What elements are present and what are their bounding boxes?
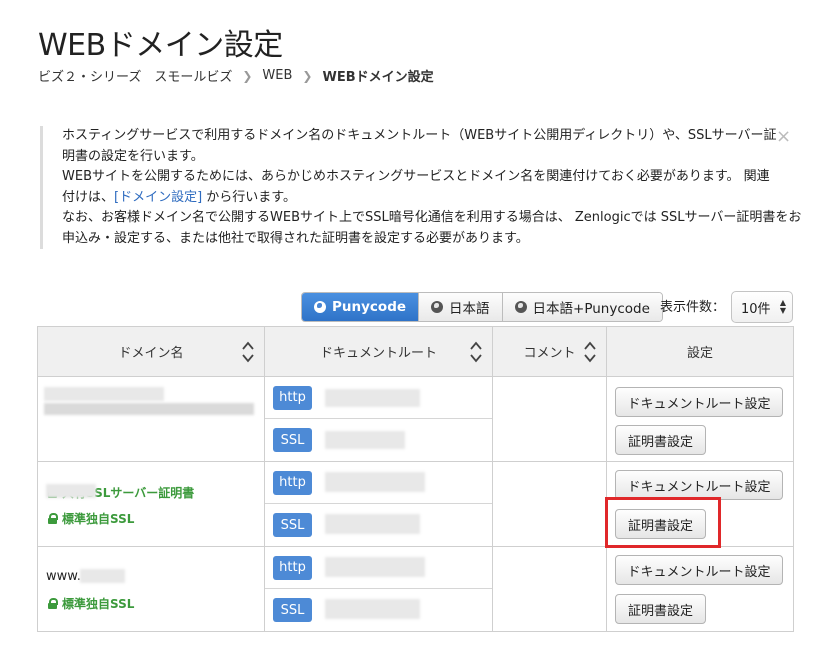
column-header-setting: 設定: [606, 326, 794, 377]
sort-icon[interactable]: [584, 341, 596, 363]
mode-japanese-punycode-button[interactable]: 日本語+Punycode: [501, 293, 662, 321]
mode-japanese-button[interactable]: 日本語: [418, 293, 502, 321]
header-label: ドメイン名: [118, 346, 184, 361]
domain-cell: 共有SSLサーバー証明書: [37, 376, 265, 500]
info-line: なお、お客様ドメイン名で公開するWEBサイト上でSSL暗号化通信を利用する場合は…: [62, 210, 802, 225]
close-icon[interactable]: ×: [776, 128, 791, 146]
comment-cell: [492, 461, 607, 547]
sort-icon[interactable]: [470, 341, 482, 363]
protocol-badge-http: http: [273, 555, 312, 580]
domain-cell: www. 標準独自SSL: [37, 546, 265, 632]
protocol-badge-ssl: SSL: [273, 513, 312, 537]
redacted-domain: [46, 484, 96, 498]
page-title: WEBドメイン設定: [38, 28, 283, 63]
highlight-annotation-box: [605, 497, 721, 548]
ssl-status: 標準独自SSL: [48, 595, 134, 612]
docroot-ssl-row: SSL: [265, 589, 492, 631]
info-text: から行います。: [202, 189, 297, 205]
info-line: ホスティングサービスで利用するドメイン名のドキュメントルート（WEBサイト公開用…: [62, 128, 777, 143]
ssl-status-label: 標準独自SSL: [62, 597, 135, 611]
docroot-cell: http SSL: [264, 461, 493, 547]
docroot-setting-button[interactable]: ドキュメントルート設定: [615, 555, 783, 585]
cert-setting-button[interactable]: 証明書設定: [615, 425, 706, 455]
redacted-path: [325, 514, 420, 534]
header-label: コメント: [523, 346, 576, 361]
lock-icon: [48, 598, 58, 609]
redacted-domain: [44, 387, 164, 401]
breadcrumb-item-web[interactable]: WEB: [262, 68, 292, 83]
header-label: 設定: [686, 346, 713, 361]
info-line: 明書の設定を行います。: [62, 148, 204, 164]
docroot-ssl-row: SSL: [265, 419, 492, 461]
docroot-http-row: http: [265, 377, 492, 419]
mode-label: 日本語+Punycode: [532, 301, 650, 317]
setting-cell: ドキュメントルート設定 証明書設定: [606, 546, 794, 632]
redacted-path: [325, 472, 425, 492]
docroot-http-row: http: [265, 547, 492, 589]
sort-icon[interactable]: [242, 341, 254, 363]
redacted-path: [325, 557, 425, 577]
globe-icon: [514, 301, 527, 313]
info-line: 付けは、[ドメイン設定] から行います。: [62, 188, 800, 209]
header-label: ドキュメントルート: [319, 346, 437, 361]
redacted-path: [325, 389, 420, 407]
domain-name-text: www.: [46, 569, 81, 584]
column-header-domain[interactable]: ドメイン名: [37, 326, 265, 377]
setting-cell: ドキュメントルート設定 証明書設定: [606, 376, 794, 462]
protocol-badge-ssl: SSL: [273, 598, 312, 622]
globe-icon: [314, 301, 326, 313]
protocol-badge-http: http: [273, 385, 312, 410]
chevron-right-icon: ❯: [302, 68, 313, 83]
per-page-label: 表示件数：: [660, 300, 726, 315]
docroot-ssl-row: SSL: [265, 504, 492, 546]
info-text: 付けは、: [62, 189, 115, 205]
redacted-domain: [44, 403, 254, 415]
redacted-path: [325, 431, 405, 449]
per-page-value: 10件: [741, 301, 771, 317]
info-line: 申込み・設定する、または他社で取得された証明書を設定する必要があります。: [62, 230, 529, 246]
globe-icon: [431, 301, 444, 313]
info-message: ホスティングサービスで利用するドメイン名のドキュメントルート（WEBサイト公開用…: [40, 126, 802, 249]
mode-label: 日本語: [449, 301, 490, 317]
per-page-select[interactable]: 10件 ▲ ▼: [731, 291, 793, 323]
docroot-cell: http SSL: [264, 376, 493, 462]
breadcrumb-item-current: WEBドメイン設定: [322, 70, 434, 85]
docroot-setting-button[interactable]: ドキュメントルート設定: [615, 387, 783, 417]
docroot-setting-button[interactable]: ドキュメントルート設定: [615, 470, 783, 500]
domain-table: ドメイン名 ドキュメントルート コメント 設定 共有SSLサーバー証明書 htt…: [37, 326, 794, 632]
mode-punycode-button[interactable]: Punycode: [302, 293, 419, 321]
docroot-http-row: http: [265, 462, 492, 504]
comment-cell: [492, 546, 607, 632]
domain-cell: 標準独自SSL: [37, 461, 265, 547]
breadcrumb: ビズ２・シリーズ スモールビズ ❯ WEB ❯ WEBドメイン設定: [38, 66, 434, 85]
chevron-right-icon: ❯: [242, 68, 253, 83]
protocol-badge-http: http: [273, 470, 312, 495]
select-arrows-icon: ▲ ▼: [779, 298, 786, 315]
comment-cell: [492, 376, 607, 462]
redacted-path: [325, 599, 420, 619]
ssl-status: 標準独自SSL: [48, 510, 134, 527]
protocol-badge-ssl: SSL: [273, 428, 312, 452]
breadcrumb-item-series[interactable]: ビズ２・シリーズ スモールビズ: [38, 66, 232, 85]
ssl-status-label: 標準独自SSL: [62, 512, 135, 526]
column-header-comment[interactable]: コメント: [492, 326, 607, 377]
mode-label: Punycode: [332, 299, 407, 315]
column-header-docroot[interactable]: ドキュメントルート: [264, 326, 493, 377]
table-row: www. 標準独自SSL http SSL ドキュメントルート設定 証明書設定: [37, 546, 794, 632]
redacted-domain: [80, 569, 125, 583]
lock-icon: [48, 513, 58, 524]
info-line: WEBサイトを公開するためには、あらかじめホスティングサービスとドメイン名を関連…: [62, 169, 770, 184]
cert-setting-button[interactable]: 証明書設定: [615, 594, 706, 624]
domain-settings-link[interactable]: [ドメイン設定]: [114, 190, 202, 205]
docroot-cell: http SSL: [264, 546, 493, 632]
display-mode-toggle: Punycode 日本語 日本語+Punycode: [301, 292, 663, 322]
table-row: 共有SSLサーバー証明書 http SSL ドキュメントルート設定 証明書設定: [37, 376, 794, 500]
